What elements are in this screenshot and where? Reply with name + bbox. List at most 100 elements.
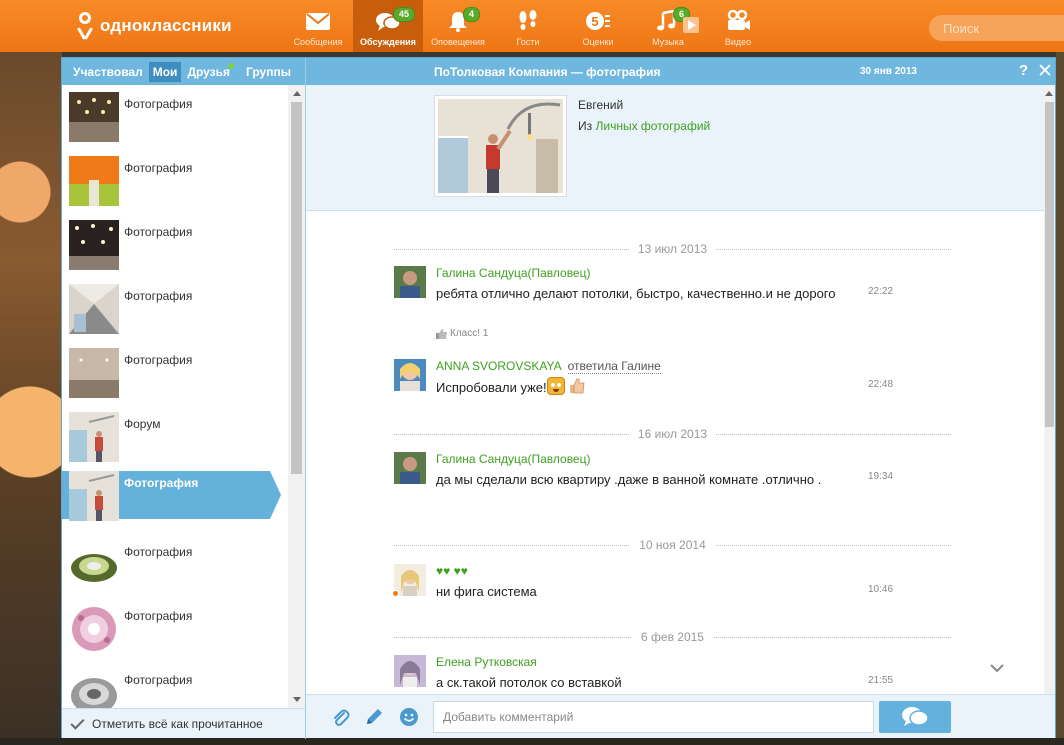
list-item-label: Фотография	[124, 545, 193, 559]
checkmark-icon	[70, 714, 85, 730]
comment: Галина Сандуца(Павловец) да мы сделали в…	[394, 452, 914, 507]
list-item-label: Фотография	[124, 97, 193, 111]
like-counter[interactable]: Класс! 1	[436, 328, 488, 339]
comment-author[interactable]: ♥♥ ♥♥	[436, 564, 468, 578]
comment-author: ANNA SVOROVSKAYA ответила Галине	[436, 359, 661, 374]
green-fixture-thumbnail	[69, 540, 119, 590]
worker-thumbnail	[69, 471, 119, 521]
tab-mine[interactable]: Мои	[148, 61, 182, 82]
comment-time: 22:48	[868, 379, 894, 390]
beige-ceiling-thumbnail	[69, 348, 119, 398]
list-item[interactable]: Форум	[62, 407, 288, 471]
chevron-down-icon[interactable]	[989, 660, 1005, 676]
list-scrollbar[interactable]	[288, 85, 305, 708]
personal-photos-link[interactable]: Личных фотографий	[595, 119, 710, 133]
discussion-list: Фотография Фотография Фотография Фотогра…	[62, 85, 305, 708]
page-background	[0, 52, 62, 745]
topic-source-prefix: Из	[578, 119, 593, 133]
comment-text: ребята отлично делают потолки, быстро, к…	[436, 286, 836, 301]
avatar[interactable]	[394, 655, 426, 687]
scrollbar-thumb[interactable]	[1045, 102, 1054, 427]
worker-thumbnail	[69, 412, 119, 462]
mark-all-read-button[interactable]: Отметить всё как прочитанное	[70, 714, 263, 731]
avatar[interactable]	[394, 266, 426, 298]
nav-guests[interactable]: Гости	[493, 0, 563, 52]
comment-time: 19:34	[868, 471, 894, 482]
reply-to-link[interactable]: ответила Галине	[567, 359, 661, 374]
send-comment-button[interactable]	[879, 701, 951, 733]
list-item[interactable]: Фотография	[62, 87, 288, 151]
nav-video[interactable]: Видео	[703, 0, 773, 52]
rating-5-icon: 5	[586, 12, 610, 30]
avatar[interactable]	[394, 452, 426, 484]
help-button[interactable]: ?	[1019, 62, 1028, 79]
comment-author[interactable]: Галина Сандуца(Павловец)	[436, 266, 590, 280]
list-item[interactable]: Фотография	[62, 343, 288, 407]
comment-text: да мы сделали всю квартиру .даже в ванно…	[436, 472, 822, 487]
dialog-header: Участвовал Мои Друзья Группы ПоТолковая …	[62, 58, 1055, 85]
nav-label: Оповещения	[431, 37, 485, 47]
filter-tabs: Участвовал Мои Друзья Группы	[62, 58, 297, 85]
list-item[interactable]: Фотография	[62, 215, 288, 279]
scrollbar-thumb[interactable]	[291, 102, 302, 474]
comment-author-name[interactable]: ANNA SVOROVSKAYA	[436, 359, 562, 373]
pencil-icon[interactable]	[364, 707, 384, 727]
like-label: Класс! 1	[450, 328, 489, 339]
list-footer: Отметить всё как прочитанное	[62, 708, 305, 738]
list-item-selected[interactable]: Фотография	[62, 471, 288, 535]
nav-discussions[interactable]: 45 Обсуждения	[353, 0, 423, 52]
discussion-scrollbar[interactable]	[1044, 85, 1055, 708]
nav-music[interactable]: 6 Музыка	[633, 0, 703, 52]
avatar[interactable]	[394, 359, 426, 391]
date-separator-label: 10 ноя 2014	[630, 538, 715, 552]
discussions-badge: 45	[393, 7, 416, 22]
comment-time: 10:46	[868, 584, 894, 595]
brand-name: одноклассники	[100, 16, 232, 35]
scroll-up-icon[interactable]	[293, 91, 301, 96]
comment: ANNA SVOROVSKAYA ответила Галине Испробов…	[394, 359, 914, 399]
scroll-up-icon[interactable]	[1045, 91, 1053, 96]
date-separator: 16 июл 2013	[394, 427, 951, 441]
date-separator: 6 фев 2015	[394, 630, 951, 644]
list-item[interactable]: Фотография	[62, 535, 288, 599]
selection-arrow	[270, 471, 281, 519]
comment-author[interactable]: Галина Сандуца(Павловец)	[436, 452, 590, 466]
avatar[interactable]	[394, 564, 426, 596]
comment-input[interactable]	[433, 701, 874, 733]
comment-composer	[306, 694, 1055, 738]
tab-friends[interactable]: Друзья	[183, 62, 240, 82]
search-input[interactable]	[929, 15, 1064, 41]
smiley-emoji-icon	[546, 377, 565, 395]
nav-notifications[interactable]: 4 Оповещения	[423, 0, 493, 52]
ok-logo-icon	[76, 12, 94, 40]
nav-ratings[interactable]: 5 Оценки	[563, 0, 633, 52]
list-item[interactable]: Фотография	[62, 663, 288, 708]
close-button[interactable]: ✕	[1037, 60, 1053, 83]
topic-photo[interactable]	[434, 95, 567, 197]
nav-label: Гости	[516, 37, 540, 47]
silver-fixture-thumbnail	[69, 668, 119, 708]
nav-label: Музыка	[652, 37, 684, 47]
comment-time: 22:22	[868, 286, 894, 297]
video-camera-icon	[727, 10, 750, 30]
tab-participated[interactable]: Участвовал	[69, 62, 147, 82]
comment-author[interactable]: Елена Рутковская	[436, 655, 537, 669]
list-item[interactable]: Фотография	[62, 279, 288, 343]
date-separator-label: 6 фев 2015	[632, 630, 713, 644]
paperclip-icon[interactable]	[330, 707, 350, 727]
play-icon	[683, 17, 699, 33]
date-separator: 10 ноя 2014	[394, 538, 951, 552]
scroll-down-icon[interactable]	[293, 697, 301, 702]
search-box	[929, 15, 1064, 41]
list-item-label: Фотография	[124, 225, 193, 239]
nav-messages[interactable]: Сообщения	[283, 0, 353, 52]
dialog-date: 30 янв 2013	[860, 66, 917, 77]
list-item[interactable]: Фотография	[62, 599, 288, 663]
brand-logo[interactable]: одноклассники	[76, 12, 232, 40]
topic-author: Евгений	[578, 98, 624, 112]
svg-text:5: 5	[591, 14, 598, 29]
smiley-icon[interactable]	[399, 707, 419, 727]
thumbs-up-emoji-icon	[569, 378, 585, 394]
list-item[interactable]: Фотография	[62, 151, 288, 215]
tab-groups[interactable]: Группы	[242, 62, 295, 82]
